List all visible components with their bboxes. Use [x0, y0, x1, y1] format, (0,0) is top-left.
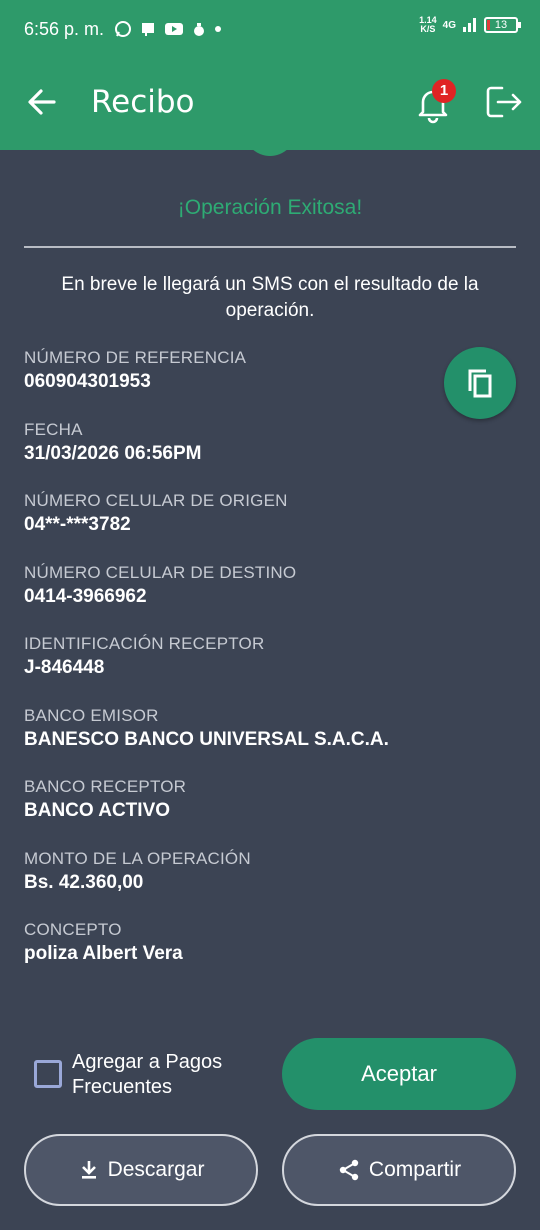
field-amount: MONTO DE LA OPERACIÓN Bs. 42.360,00: [24, 847, 444, 895]
field-destination-phone: NÚMERO CELULAR DE DESTINO 0414-3966962: [24, 561, 444, 609]
field-value: Bs. 42.360,00: [24, 872, 144, 893]
field-origin-phone: NÚMERO CELULAR DE ORIGEN 04**-***3782: [24, 489, 444, 537]
copy-icon: [468, 369, 492, 398]
share-icon: [339, 1159, 359, 1181]
battery-icon: 13: [484, 17, 521, 33]
frequent-payments-label[interactable]: Agregar a Pagos Frecuentes: [72, 1050, 272, 1100]
accept-button[interactable]: Aceptar: [282, 1038, 516, 1110]
divider: [24, 246, 516, 248]
notification-icon: [142, 23, 155, 36]
field-value: 31/03/2026 06:56PM: [24, 443, 202, 464]
field-value: BANESCO BANCO UNIVERSAL S.A.C.A.: [24, 729, 389, 750]
status-system-icons: 1.14 K/S 4G 13: [419, 15, 521, 34]
notification-badge: 1: [432, 79, 456, 103]
field-value: BANCO ACTIVO: [24, 800, 171, 821]
field-value: J-846448: [24, 657, 105, 678]
field-label: MONTO DE LA OPERACIÓN: [24, 849, 251, 868]
whatsapp-icon: [115, 21, 132, 37]
field-label: IDENTIFICACIÓN RECEPTOR: [24, 634, 265, 653]
signal-icon: [463, 18, 476, 32]
download-label: Descargar: [107, 1158, 205, 1181]
field-label: NÚMERO DE REFERENCIA: [24, 348, 247, 367]
field-label: CONCEPTO: [24, 920, 122, 939]
network-speed: 1.14 K/S: [419, 15, 437, 34]
sms-notice: En breve le llegará un SMS con el result…: [61, 274, 479, 321]
field-issuer-bank: BANCO EMISOR BANESCO BANCO UNIVERSAL S.A…: [24, 704, 524, 752]
youtube-icon: [165, 23, 184, 35]
field-receiver-id: IDENTIFICACIÓN RECEPTOR J-846448: [24, 632, 444, 680]
field-value: 060904301953: [24, 371, 151, 392]
dot-icon: [215, 26, 222, 32]
status-bar: 6:56 p. m. 1.14 K/S 4G 13: [0, 0, 540, 58]
page-title: Recibo: [91, 84, 195, 120]
back-arrow-icon[interactable]: [24, 84, 60, 120]
field-value: 04**-***3782: [24, 514, 131, 535]
copy-button[interactable]: [444, 347, 516, 419]
field-value: poliza Albert Vera: [24, 943, 183, 964]
field-label: FECHA: [24, 420, 83, 439]
field-label: BANCO EMISOR: [24, 706, 159, 725]
network-type: 4G: [442, 19, 456, 31]
field-label: NÚMERO CELULAR DE DESTINO: [24, 563, 297, 582]
logout-icon[interactable]: [484, 82, 524, 122]
field-label: BANCO RECEPTOR: [24, 777, 187, 796]
bag-icon: [194, 23, 205, 36]
field-value: 0414-3966962: [24, 586, 147, 607]
status-notification-icons: [114, 20, 222, 38]
battery-level: 13: [494, 19, 508, 31]
field-reference: NÚMERO DE REFERENCIA 060904301953: [24, 346, 444, 394]
status-time: 6:56 p. m.: [24, 18, 105, 39]
success-check-badge: [244, 120, 296, 156]
field-receiver-bank: BANCO RECEPTOR BANCO ACTIVO: [24, 775, 444, 823]
field-concept: CONCEPTO poliza Albert Vera: [24, 918, 444, 966]
share-button[interactable]: Compartir: [282, 1134, 516, 1206]
download-button[interactable]: Descargar: [24, 1134, 258, 1206]
frequent-payments-checkbox[interactable]: [34, 1060, 62, 1088]
download-icon: [81, 1161, 96, 1179]
field-date: FECHA 31/03/2026 06:56PM: [24, 418, 444, 466]
field-label: NÚMERO CELULAR DE ORIGEN: [24, 491, 288, 510]
share-label: Compartir: [368, 1158, 462, 1181]
success-message: ¡Operación Exitosa!: [177, 196, 363, 219]
